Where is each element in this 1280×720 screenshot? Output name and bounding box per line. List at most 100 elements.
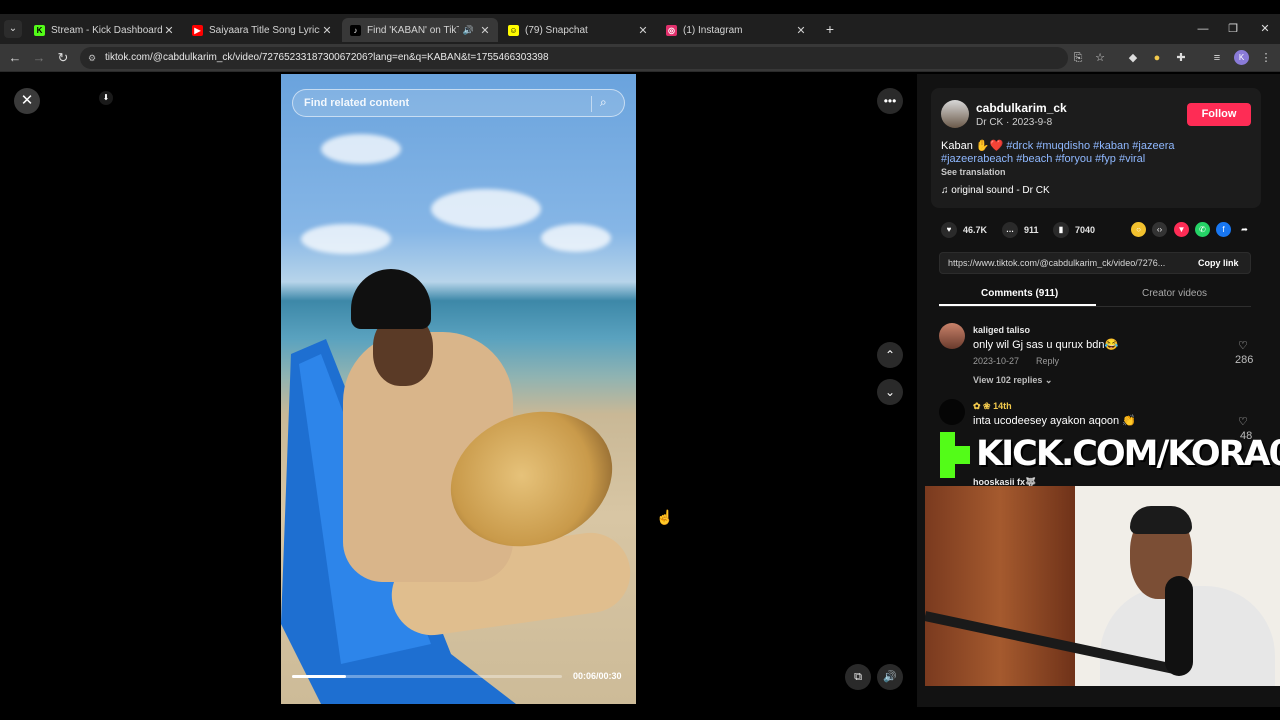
close-icon[interactable]: ✕	[794, 24, 808, 37]
more-options-icon[interactable]: •••	[877, 88, 903, 114]
author-subline: Dr CK · 2023-9-8	[976, 117, 1053, 128]
streamer-hair	[1130, 506, 1192, 534]
comment-stat[interactable]: … 911	[1002, 222, 1039, 238]
forward-arrow-icon[interactable]: →	[29, 48, 49, 68]
view-replies-button[interactable]: View 102 replies ⌄	[973, 375, 1052, 386]
facebook-icon[interactable]: f	[1216, 222, 1231, 237]
volume-icon[interactable]: 🔊	[877, 664, 903, 690]
video-progress-bar[interactable]	[292, 675, 562, 678]
download-icon[interactable]: ⬇	[99, 91, 113, 105]
screen: ⌄ K Stream - Kick Dashboard ✕ ▶ Saiyaara…	[0, 0, 1280, 720]
divider	[939, 306, 1251, 307]
screen-bottom-edge	[0, 707, 1280, 720]
comment-text: inta ucodeesey ayakon aqoon 👏	[973, 415, 1136, 427]
browser-toolbar: ← → ↻ ⚙ tiktok.com/@cabdulkarim_ck/video…	[0, 44, 1280, 72]
tab-instagram[interactable]: ◎ (1) Instagram ✕	[658, 18, 814, 42]
author-handle[interactable]: cabdulkarim_ck	[976, 101, 1067, 115]
media-control-icon[interactable]: ≡	[1209, 50, 1225, 66]
window-close-icon[interactable]: ✕	[1250, 18, 1280, 40]
video-description: Kaban ✋❤️ #drck #muqdisho #kaban #jazeer…	[941, 139, 1174, 152]
like-stat[interactable]: ♥ 46.7K	[941, 222, 987, 238]
kick-logo-cut	[955, 464, 970, 478]
mouse-cursor-icon: ☝	[656, 509, 674, 525]
embed-code-icon[interactable]: ‹›	[1152, 222, 1167, 237]
tab-creator-videos[interactable]: Creator videos	[1142, 288, 1207, 299]
profile-avatar[interactable]: K	[1234, 50, 1249, 65]
whatsapp-icon[interactable]: ✆	[1195, 222, 1210, 237]
speaker-icon[interactable]: 🔊	[463, 25, 474, 36]
comment-text: only wil Gj sas u qurux bdn😂	[973, 339, 1119, 351]
find-related-search[interactable]: Find related content ⌕	[292, 89, 625, 117]
snapchat-icon: ☺	[508, 24, 519, 36]
save-count: 7040	[1075, 225, 1096, 235]
divider	[591, 96, 592, 112]
comment-date: 2023-10-27	[973, 356, 1020, 366]
search-icon[interactable]: ⌕	[600, 95, 607, 110]
floating-player-icon[interactable]: ⧉	[845, 664, 871, 690]
minimize-icon[interactable]: —	[1188, 18, 1218, 40]
close-icon[interactable]: ✕	[478, 24, 492, 37]
music-link[interactable]: ♫ original sound - Dr CK	[941, 185, 1050, 196]
extension-diamond-icon[interactable]: ◆	[1125, 50, 1141, 66]
address-bar[interactable]: ⚙ tiktok.com/@cabdulkarim_ck/video/72765…	[80, 47, 1068, 69]
webcam-door	[925, 486, 1075, 686]
follow-button[interactable]: Follow	[1187, 103, 1251, 126]
tab-title: Find 'KABAN' on TikTok | Ti	[367, 24, 459, 36]
tab-search-icon[interactable]: ⌄	[4, 20, 22, 38]
back-arrow-icon[interactable]: ←	[5, 48, 25, 68]
comment-username[interactable]: ✿ ❀ 14th	[973, 401, 1012, 412]
restore-icon[interactable]: ❐	[1218, 18, 1248, 40]
extensions-puzzle-icon[interactable]: ✚	[1173, 50, 1189, 66]
bookmark-icon[interactable]: ▮	[1053, 222, 1069, 238]
video-link-field[interactable]: https://www.tiktok.com/@cabdulkarim_ck/v…	[939, 252, 1251, 274]
tab-snapchat[interactable]: ☺ (79) Snapchat ✕	[500, 18, 656, 42]
video-player[interactable]: Find related content ⌕ 00:06/00:30	[281, 74, 636, 704]
like-count: 46.7K	[963, 225, 988, 235]
browser-menu-icon[interactable]: ⋮	[1258, 50, 1274, 66]
cloud-shape	[431, 189, 541, 229]
tab-youtube[interactable]: ▶ Saiyaara Title Song Lyrics – Aha ✕	[184, 18, 340, 42]
reload-icon[interactable]: ↻	[53, 48, 73, 68]
copy-link-button[interactable]: Copy link	[1198, 258, 1239, 268]
comment-username[interactable]: kaliged taliso	[973, 325, 1030, 335]
heart-icon[interactable]: ♥	[941, 222, 957, 238]
tab-kick[interactable]: K Stream - Kick Dashboard ✕	[26, 18, 182, 42]
new-tab-icon[interactable]: +	[822, 20, 838, 38]
heart-outline-icon[interactable]: ♡	[1238, 415, 1248, 428]
commenter-avatar[interactable]	[939, 323, 965, 349]
close-icon[interactable]: ✕	[636, 24, 650, 37]
tabstrip-edge	[0, 0, 1280, 14]
comment-like-count: 286	[1235, 354, 1254, 366]
tab-title: Stream - Kick Dashboard	[51, 24, 162, 36]
video-progress-fill	[292, 675, 346, 678]
reply-button[interactable]: Reply	[1036, 356, 1059, 366]
repost-icon[interactable]: ○	[1131, 222, 1146, 237]
author-avatar[interactable]	[941, 100, 969, 128]
cloud-shape	[541, 224, 611, 252]
send-friends-icon[interactable]: ▼	[1174, 222, 1189, 237]
extension-coin-icon[interactable]: ●	[1149, 50, 1165, 66]
kick-icon: K	[34, 24, 45, 36]
bookmark-star-icon[interactable]: ☆	[1092, 50, 1108, 66]
hashtags[interactable]: #jazeerabeach #beach #foryou #fyp #viral	[941, 153, 1145, 165]
commenter-avatar[interactable]	[939, 399, 965, 425]
microphone	[1165, 576, 1193, 676]
webcam-overlay	[925, 486, 1280, 686]
chevron-up-icon[interactable]: ⌃	[877, 342, 903, 368]
install-app-icon[interactable]: ⎘	[1070, 50, 1086, 66]
heart-outline-icon[interactable]: ♡	[1238, 339, 1248, 352]
comment-icon[interactable]: …	[1002, 222, 1018, 238]
close-icon[interactable]: ✕	[162, 24, 176, 37]
hashtags[interactable]: #drck #muqdisho #kaban #jazeera	[1006, 140, 1174, 152]
see-translation-link[interactable]: See translation	[941, 167, 1006, 177]
chevron-down-icon[interactable]: ⌄	[877, 379, 903, 405]
share-arrow-icon[interactable]: ➦	[1237, 222, 1252, 237]
tiktok-icon: ♪	[350, 24, 361, 36]
save-stat[interactable]: ▮ 7040	[1053, 222, 1095, 238]
close-icon[interactable]: ✕	[14, 88, 40, 114]
cloud-shape	[301, 224, 391, 254]
site-info-icon[interactable]: ⚙	[88, 52, 100, 64]
close-icon[interactable]: ✕	[320, 24, 334, 37]
tab-comments[interactable]: Comments (911)	[981, 288, 1058, 299]
tab-tiktok[interactable]: ♪ Find 'KABAN' on TikTok | Ti 🔊 ✕	[342, 18, 498, 42]
